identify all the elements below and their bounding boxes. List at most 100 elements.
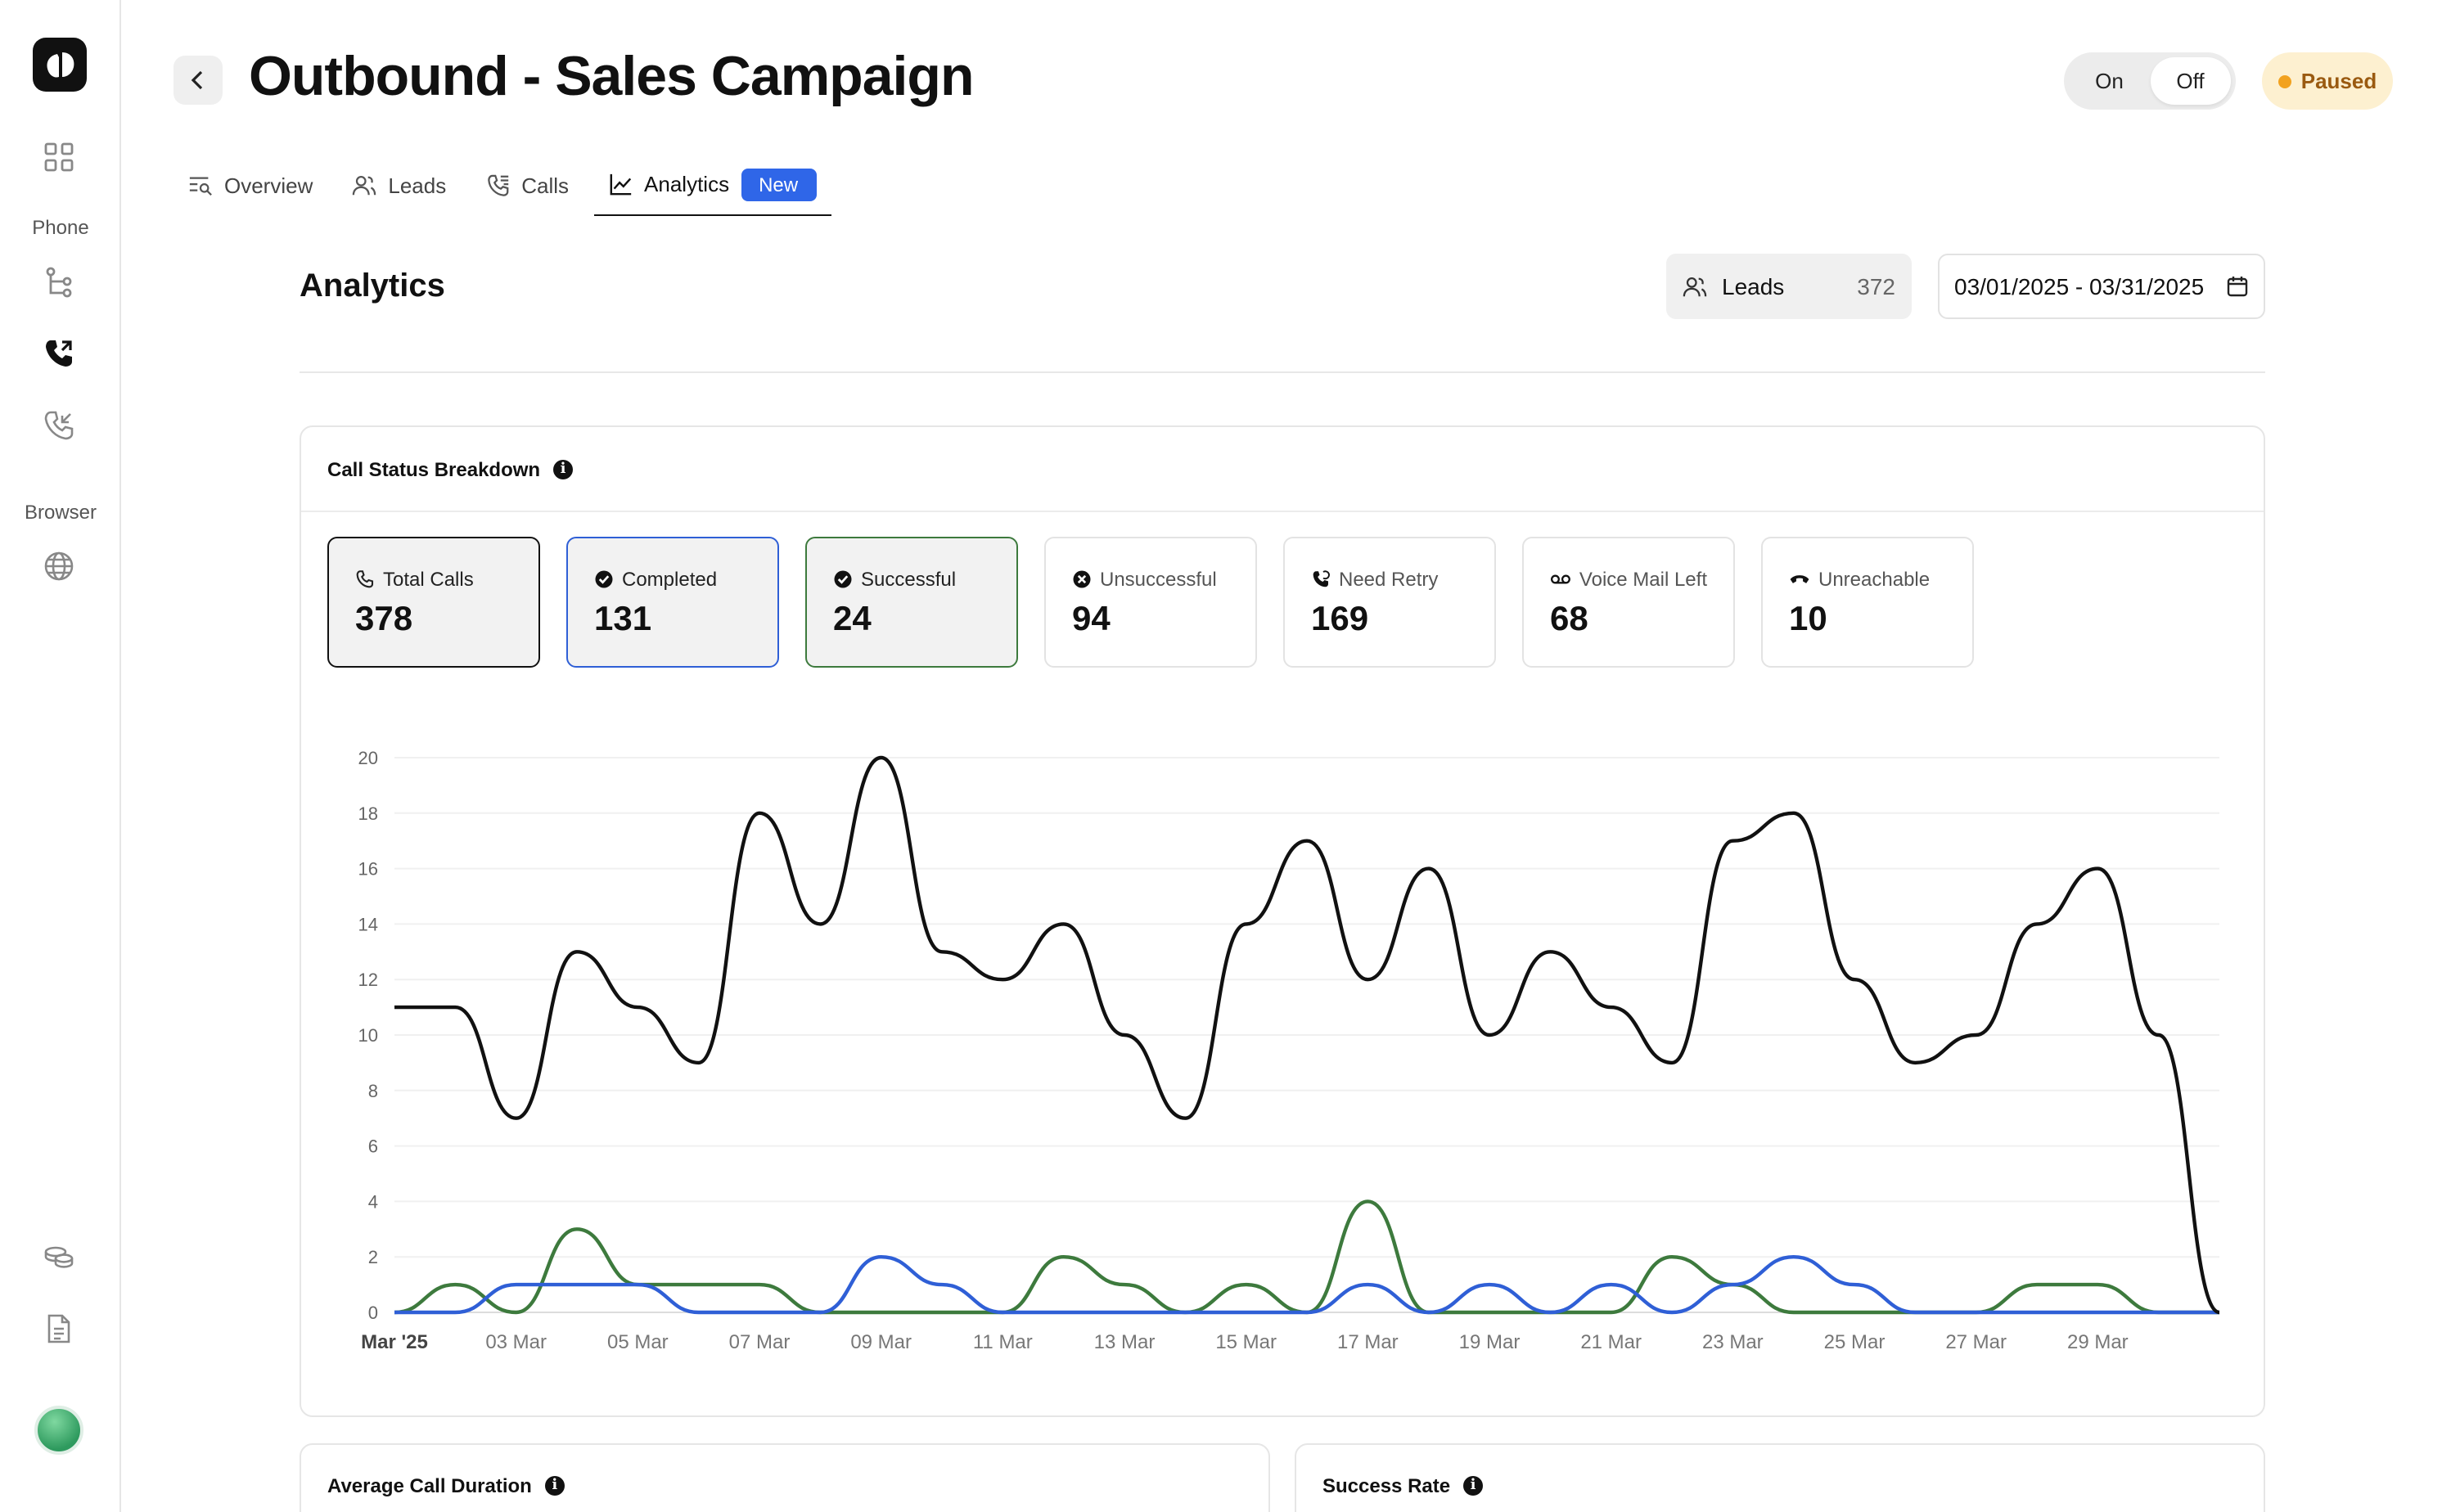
phone-incoming-icon[interactable] (39, 406, 79, 445)
x-tick-label: 11 Mar (973, 1331, 1033, 1353)
avg-call-duration-card: Average Call Duration i (300, 1443, 1270, 1512)
stat-label: Total Calls (383, 568, 474, 591)
stat-value: 94 (1072, 601, 1111, 638)
phone-icon (356, 570, 374, 588)
status-dot-icon (2278, 74, 2291, 88)
status-label: Paused (2300, 69, 2377, 93)
x-tick-label: 13 Mar (1094, 1331, 1156, 1353)
analytics-title: Analytics (300, 268, 445, 304)
logo-icon (46, 52, 74, 77)
logo[interactable] (33, 38, 87, 92)
toggle-on-option[interactable]: On (2069, 57, 2150, 105)
phone-off-icon (1790, 575, 1809, 583)
stat-unreachable[interactable]: Unreachable 10 (1761, 537, 1974, 668)
stat-unsuccessful[interactable]: Unsuccessful 94 (1044, 537, 1257, 668)
stat-label: Successful (861, 568, 957, 591)
y-tick-label: 18 (358, 803, 378, 824)
x-tick-label: 19 Mar (1459, 1331, 1521, 1353)
x-tick-label: 29 Mar (2067, 1331, 2129, 1353)
tab-bar: Overview Leads Calls Analytics New (173, 154, 840, 216)
y-tick-label: 14 (358, 914, 378, 934)
leads-filter-label: Leads (1722, 273, 1785, 299)
tab-label: Analytics (644, 172, 730, 196)
date-range-value: 03/01/2025 - 03/31/2025 (1954, 273, 2205, 299)
card-title: Average Call Duration (327, 1474, 532, 1497)
line-chart-icon (609, 173, 631, 196)
tab-analytics[interactable]: Analytics New (593, 154, 831, 216)
y-tick-label: 0 (368, 1303, 378, 1323)
avatar[interactable] (34, 1406, 83, 1455)
chevron-left-icon (191, 70, 203, 90)
x-tick-label: 17 Mar (1337, 1331, 1399, 1353)
card-header: Average Call Duration i (301, 1445, 1268, 1512)
y-tick-label: 20 (358, 748, 378, 768)
leads-filter-count: 372 (1857, 273, 1895, 299)
stat-label: Voice Mail Left (1579, 568, 1707, 591)
y-tick-label: 16 (358, 859, 378, 880)
date-range-picker[interactable]: 03/01/2025 - 03/31/2025 (1938, 254, 2265, 319)
phone-list-icon (487, 173, 508, 196)
users-icon (1683, 277, 1707, 296)
tab-leads[interactable]: Leads (337, 154, 461, 216)
page-title: Outbound - Sales Campaign (249, 46, 974, 108)
toggle-off-option[interactable]: Off (2150, 57, 2231, 105)
stat-value: 10 (1789, 601, 1827, 638)
card-title: Call Status Breakdown (327, 457, 541, 480)
leads-filter[interactable]: Leads 372 (1666, 254, 1912, 319)
new-badge: New (741, 168, 817, 200)
stat-value: 24 (833, 601, 872, 638)
campaign-toggle[interactable]: On Off (2064, 52, 2236, 110)
x-tick-label: 27 Mar (1945, 1331, 2007, 1353)
x-tick-label: 23 Mar (1702, 1331, 1764, 1353)
stat-successful[interactable]: Successful 24 (805, 537, 1018, 668)
card-header: Success Rate i (1296, 1445, 2264, 1512)
x-tick-label: 25 Mar (1824, 1331, 1886, 1353)
y-tick-label: 8 (368, 1081, 378, 1101)
info-icon[interactable]: i (544, 1476, 565, 1496)
stat-value: 169 (1311, 601, 1369, 638)
stat-label: Need Retry (1339, 568, 1439, 591)
divider (300, 371, 2265, 373)
globe-icon[interactable] (39, 547, 79, 586)
x-tick-label: 09 Mar (850, 1331, 912, 1353)
back-button[interactable] (173, 56, 223, 105)
info-icon[interactable]: i (553, 459, 574, 479)
stat-voice-mail-left[interactable]: Voice Mail Left 68 (1522, 537, 1735, 668)
x-tick-label: 03 Mar (485, 1331, 547, 1353)
stat-value: 378 (355, 601, 413, 638)
phone-outgoing-icon[interactable] (39, 334, 79, 373)
stat-value: 68 (1550, 601, 1588, 638)
document-icon[interactable] (39, 1309, 79, 1348)
check-circle-icon (595, 570, 613, 588)
sidebar-section-browser: Browser (24, 501, 97, 524)
voicemail-icon (1551, 574, 1570, 584)
stat-label: Unsuccessful (1100, 568, 1217, 591)
stat-value: 131 (594, 601, 652, 638)
y-tick-label: 12 (358, 970, 378, 990)
stat-completed[interactable]: Completed 131 (566, 537, 779, 668)
tab-overview[interactable]: Overview (173, 154, 327, 216)
card-title: Success Rate (1322, 1474, 1451, 1497)
dashboard-grid-icon[interactable] (39, 137, 79, 177)
tab-label: Calls (521, 173, 570, 197)
stat-total-calls[interactable]: Total Calls 378 (327, 537, 540, 668)
phone-retry-icon (1313, 570, 1330, 587)
x-tick-label: 05 Mar (607, 1331, 669, 1353)
calendar-icon (2227, 277, 2248, 297)
users-icon (353, 175, 376, 195)
coins-icon[interactable] (39, 1237, 79, 1276)
stat-need-retry[interactable]: Need Retry 169 (1283, 537, 1496, 668)
tab-label: Leads (388, 173, 447, 197)
info-icon[interactable]: i (1463, 1476, 1484, 1496)
call-status-line-chart: 0 2 4 6 8 10 12 14 16 18 20 Mar '25 03 Mar 05 Mar 07 M… (358, 748, 2220, 1353)
flow-icon[interactable] (39, 262, 79, 301)
tab-calls[interactable]: Calls (471, 154, 583, 216)
check-circle-icon (834, 570, 852, 588)
y-tick-label: 10 (358, 1025, 378, 1046)
card-header: Call Status Breakdown i (301, 427, 2264, 512)
x-tick-label: 21 Mar (1580, 1331, 1642, 1353)
status-badge: Paused (2262, 52, 2393, 110)
x-tick-label: 07 Mar (729, 1331, 791, 1353)
x-tick-label: Mar '25 (361, 1331, 428, 1353)
success-rate-card: Success Rate i (1295, 1443, 2265, 1512)
